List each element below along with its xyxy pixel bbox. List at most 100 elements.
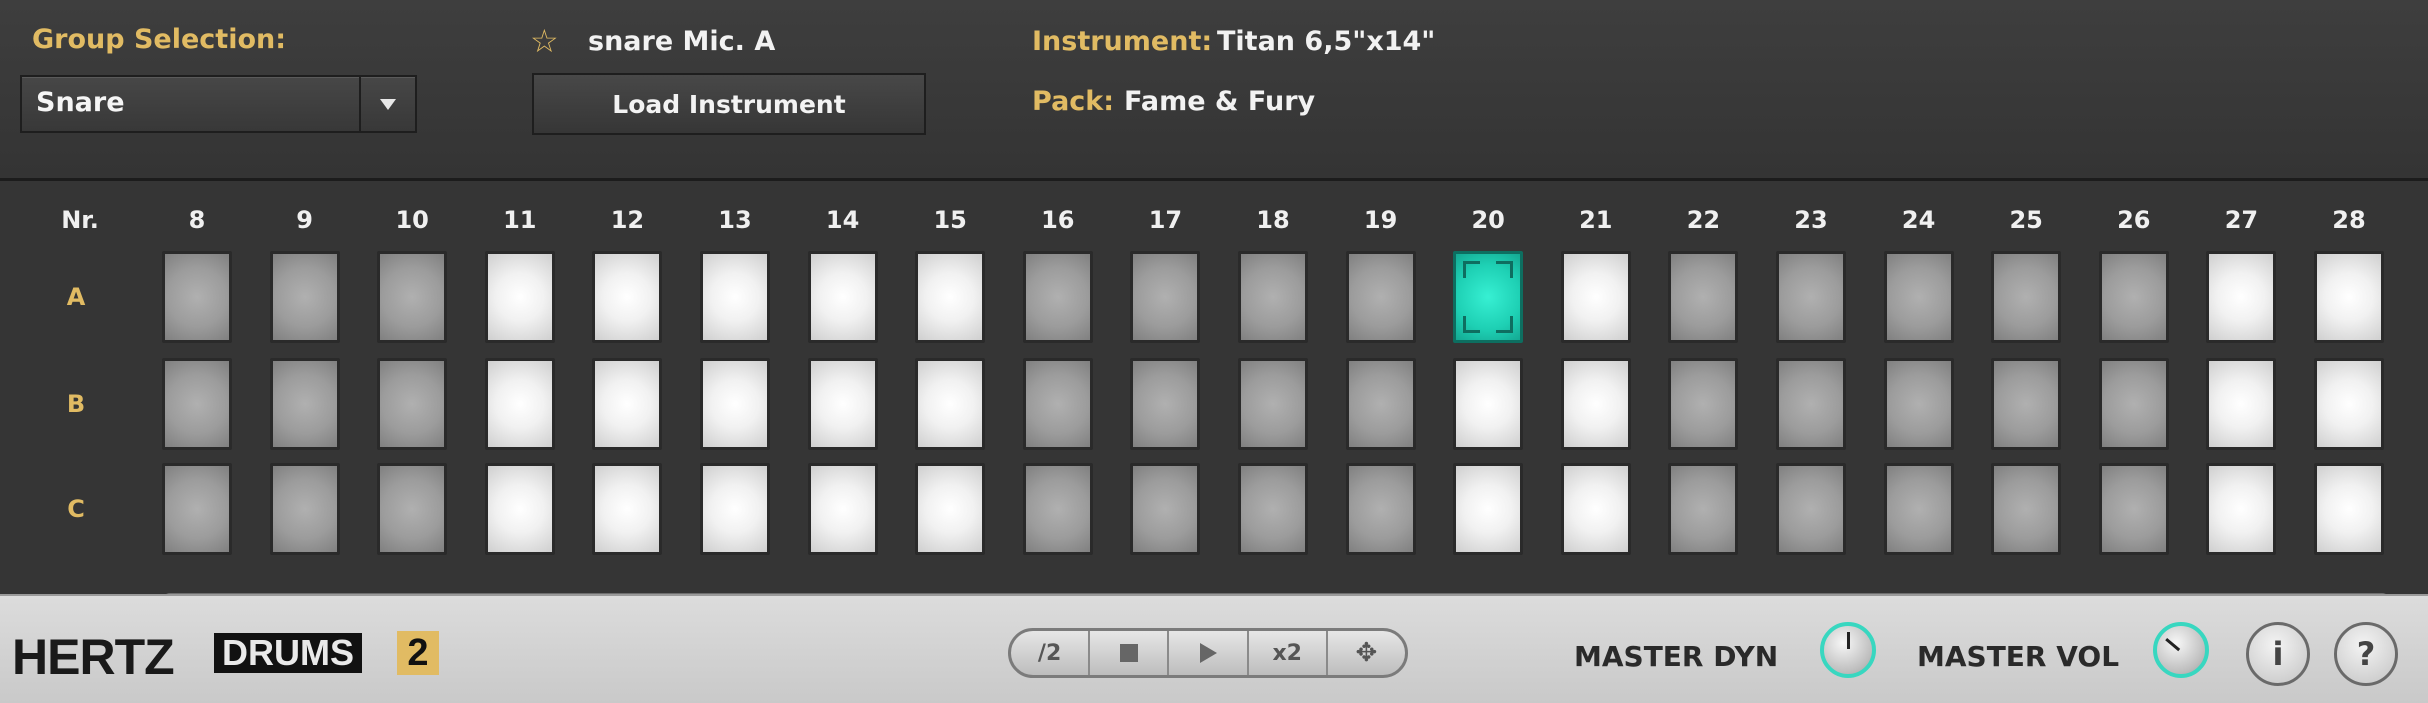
stop-button[interactable] — [1090, 631, 1170, 675]
pad-a-12[interactable] — [592, 251, 663, 343]
pad-b-28[interactable] — [2314, 358, 2384, 450]
pad-c-15[interactable] — [915, 463, 986, 555]
master-vol-knob[interactable] — [2153, 622, 2209, 678]
column-number: 11 — [503, 206, 537, 234]
column-number: 9 — [296, 206, 313, 234]
pad-b-15[interactable] — [915, 358, 986, 450]
pad-a-20[interactable] — [1453, 251, 1524, 343]
pad-b-9[interactable] — [269, 358, 340, 450]
column-number: 22 — [1686, 206, 1721, 234]
pad-c-28[interactable] — [2314, 463, 2384, 555]
pad-b-27[interactable] — [2206, 358, 2277, 450]
pad-a-23[interactable] — [1776, 251, 1846, 343]
pad-c-10[interactable] — [377, 463, 448, 555]
pad-a-8[interactable] — [162, 251, 232, 343]
footer-bar: HERTZ DRUMS 2 /2 x2 ✥ MASTER DYN MASTER … — [0, 594, 2428, 703]
selection-corner — [1463, 261, 1481, 278]
pad-b-24[interactable] — [1883, 358, 1954, 450]
pad-b-11[interactable] — [484, 358, 555, 450]
pad-c-20[interactable] — [1453, 463, 1524, 555]
pad-c-13[interactable] — [700, 463, 770, 555]
pad-b-14[interactable] — [807, 358, 878, 450]
chevron-down-icon[interactable] — [359, 77, 415, 131]
stop-icon — [1119, 644, 1138, 662]
pack-label: Pack: — [1032, 86, 1115, 117]
column-number: 15 — [933, 206, 967, 234]
pad-c-21[interactable] — [1560, 463, 1631, 555]
pad-a-15[interactable] — [915, 251, 986, 343]
column-number: 8 — [188, 206, 206, 234]
velocity-grid: Nr. 8 9 10 11 12 13 14 15 16 17 18 19 20 21 22 23 24 25 26… — [0, 181, 2428, 609]
pad-c-27[interactable] — [2206, 463, 2277, 555]
pad-b-20[interactable] — [1453, 358, 1524, 450]
pad-c-16[interactable] — [1022, 463, 1093, 555]
pad-b-21[interactable] — [1560, 358, 1631, 450]
pad-a-21[interactable] — [1560, 251, 1631, 343]
instrument-value: Titan 6,5"x14" — [1217, 26, 1436, 57]
pad-a-13[interactable] — [700, 251, 770, 343]
pad-b-13[interactable] — [700, 358, 770, 450]
master-dyn-indicator — [1847, 632, 1850, 649]
pad-c-8[interactable] — [162, 463, 232, 555]
pad-a-28[interactable] — [2314, 251, 2384, 343]
pad-a-18[interactable] — [1238, 251, 1308, 343]
pad-a-19[interactable] — [1345, 251, 1416, 343]
pad-b-25[interactable] — [1991, 358, 2062, 450]
pad-c-23[interactable] — [1776, 463, 1846, 555]
pad-b-16[interactable] — [1022, 358, 1093, 450]
pad-a-27[interactable] — [2206, 251, 2277, 343]
column-number: 25 — [2009, 206, 2043, 234]
pad-a-25[interactable] — [1991, 251, 2062, 343]
column-number: 20 — [1471, 206, 1505, 234]
pad-c-11[interactable] — [484, 463, 555, 555]
pad-a-17[interactable] — [1130, 251, 1201, 343]
play-icon — [1199, 643, 1217, 663]
row-label-c: C — [67, 495, 85, 523]
info-button[interactable]: i — [2246, 622, 2310, 686]
double-speed-button[interactable]: x2 — [1249, 631, 1328, 675]
help-button[interactable]: ? — [2334, 622, 2398, 686]
pad-c-12[interactable] — [592, 463, 663, 555]
pad-c-26[interactable] — [2098, 463, 2169, 555]
pad-a-11[interactable] — [484, 251, 555, 343]
play-button[interactable] — [1169, 631, 1249, 675]
pad-c-25[interactable] — [1991, 463, 2062, 555]
move-icon: ✥ — [1355, 638, 1378, 668]
pad-b-8[interactable] — [162, 358, 232, 450]
pad-c-24[interactable] — [1883, 463, 1954, 555]
pad-a-14[interactable] — [807, 251, 878, 343]
move-button[interactable]: ✥ — [1328, 631, 1405, 675]
pad-b-26[interactable] — [2098, 358, 2169, 450]
pad-b-22[interactable] — [1668, 358, 1739, 450]
pad-b-12[interactable] — [592, 358, 663, 450]
half-speed-button[interactable]: /2 — [1011, 631, 1091, 675]
pad-c-14[interactable] — [807, 463, 878, 555]
pad-a-10[interactable] — [377, 251, 448, 343]
pad-a-26[interactable] — [2098, 251, 2169, 343]
pad-a-24[interactable] — [1883, 251, 1954, 343]
pad-a-22[interactable] — [1668, 251, 1739, 343]
pad-c-18[interactable] — [1238, 463, 1308, 555]
favorite-star-icon[interactable]: ☆ — [530, 22, 559, 60]
pad-c-19[interactable] — [1345, 463, 1416, 555]
selection-corner — [1463, 316, 1481, 333]
master-dyn-knob[interactable] — [1820, 622, 1876, 678]
logo-hertz: HERTZ — [12, 629, 175, 685]
pad-b-18[interactable] — [1238, 358, 1308, 450]
header-panel: Group Selection: Snare ☆ snare Mic. A Lo… — [0, 0, 2428, 181]
load-instrument-button[interactable]: Load Instrument — [532, 73, 926, 135]
pad-c-9[interactable] — [269, 463, 340, 555]
pad-c-17[interactable] — [1130, 463, 1201, 555]
pad-b-10[interactable] — [377, 358, 448, 450]
pad-a-9[interactable] — [269, 251, 340, 343]
column-number: 27 — [2224, 206, 2259, 234]
pad-c-22[interactable] — [1668, 463, 1739, 555]
pad-b-23[interactable] — [1776, 358, 1846, 450]
pad-b-19[interactable] — [1345, 358, 1416, 450]
group-selection-dropdown[interactable]: Snare — [20, 75, 417, 133]
selection-corner — [1496, 316, 1514, 333]
pad-b-17[interactable] — [1130, 358, 1201, 450]
column-number: 23 — [1794, 206, 1828, 234]
pad-a-16[interactable] — [1022, 251, 1093, 343]
group-selection-label: Group Selection: — [32, 24, 287, 55]
